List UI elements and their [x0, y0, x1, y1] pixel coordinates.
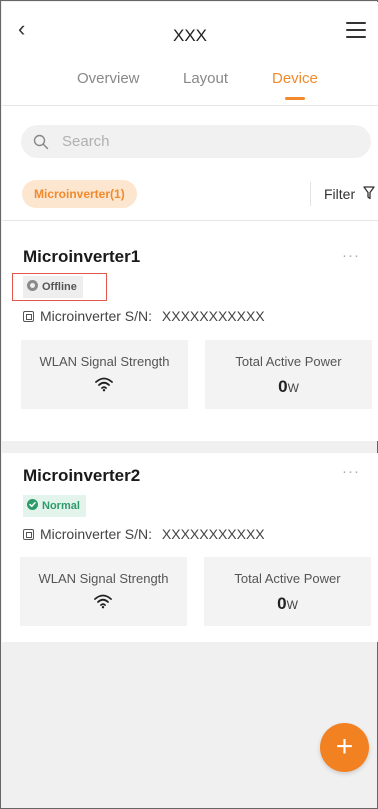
total-active-power-value: 0W: [204, 594, 371, 614]
tab-layout[interactable]: Layout: [183, 70, 228, 87]
wifi-icon: [95, 377, 113, 392]
page-title: XXX: [172, 26, 208, 45]
total-active-power-label: Total Active Power: [234, 571, 341, 586]
search-input[interactable]: Search: [21, 125, 371, 158]
add-device-button[interactable]: +: [320, 723, 369, 772]
search-icon: [33, 134, 49, 150]
tab-bar: Overview Layout Device: [2, 70, 378, 104]
wlan-signal-box: WLAN Signal Strength: [20, 557, 187, 626]
more-options-icon[interactable]: ···: [342, 247, 360, 264]
total-active-power-value: 0W: [205, 377, 372, 397]
filter-button[interactable]: Filter: [324, 186, 355, 202]
device-name[interactable]: Microinverter2: [23, 466, 140, 486]
tabs-divider: [2, 105, 378, 106]
serial-number-row: Microinverter S/N: XXXXXXXXXXX: [23, 308, 265, 324]
total-active-power-label: Total Active Power: [235, 354, 342, 369]
top-section: ‹ XXX Overview Layout Device Search Micr…: [2, 2, 378, 441]
filter-divider: [310, 182, 311, 206]
device-name[interactable]: Microinverter1: [23, 247, 140, 267]
search-placeholder: Search: [62, 133, 110, 150]
sn-label: Microinverter S/N:: [40, 308, 153, 324]
wlan-signal-label: WLAN Signal Strength: [39, 354, 170, 369]
power-value: 0: [277, 594, 287, 613]
navbar: ‹ XXX: [2, 2, 378, 62]
device-card[interactable]: Microinverter2 ··· Normal Microinverter …: [2, 453, 378, 642]
status-text: Normal: [42, 500, 80, 512]
filter-divider-line: [2, 220, 378, 221]
more-options-icon[interactable]: ···: [342, 463, 360, 480]
power-unit: W: [286, 598, 298, 612]
power-value: 0: [278, 377, 288, 396]
hamburger-menu-icon[interactable]: [346, 22, 366, 38]
power-unit: W: [287, 381, 299, 395]
wifi-icon: [94, 594, 112, 609]
tab-device[interactable]: Device: [272, 70, 318, 87]
device-icon: [23, 529, 34, 540]
serial-number-row: Microinverter S/N: XXXXXXXXXXX: [23, 526, 265, 542]
sn-label: Microinverter S/N:: [40, 526, 153, 542]
offline-highlight-box: [12, 273, 107, 301]
funnel-icon[interactable]: [363, 186, 375, 200]
app-frame: ‹ XXX Overview Layout Device Search Micr…: [0, 0, 378, 809]
microinverter-filter-chip[interactable]: Microinverter(1): [22, 180, 137, 208]
sn-value: XXXXXXXXXXX: [161, 308, 265, 324]
sn-value: XXXXXXXXXXX: [161, 526, 265, 542]
wlan-signal-box: WLAN Signal Strength: [21, 340, 188, 409]
total-active-power-box: Total Active Power 0W: [204, 557, 371, 626]
status-badge: Normal: [23, 495, 86, 517]
check-circle-icon: [27, 499, 38, 510]
tab-overview[interactable]: Overview: [77, 70, 140, 87]
active-tab-indicator: [285, 97, 305, 100]
wlan-signal-label: WLAN Signal Strength: [38, 571, 169, 586]
device-icon: [23, 311, 34, 322]
total-active-power-box: Total Active Power 0W: [205, 340, 372, 409]
